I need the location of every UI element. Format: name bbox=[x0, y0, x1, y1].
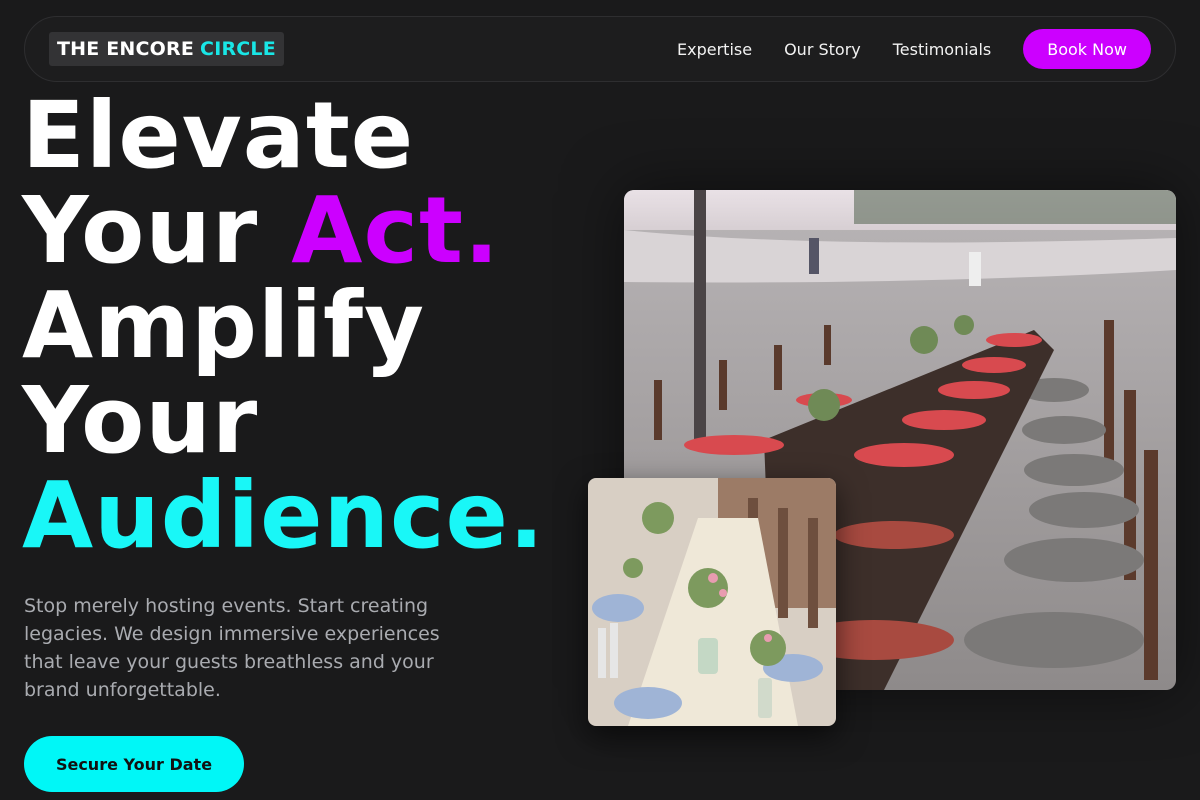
headline-line-3: Amplify bbox=[22, 272, 425, 379]
nav-link-expertise[interactable]: Expertise bbox=[677, 40, 752, 59]
headline-word-act: Act. bbox=[291, 177, 500, 284]
logo-text-main: THE ENCORE bbox=[57, 38, 195, 60]
hero-headline: Elevate Your Act. Amplify Your Audience. bbox=[22, 88, 545, 563]
headline-line-4: Your bbox=[22, 367, 259, 474]
floral-table-photo bbox=[588, 478, 836, 726]
hero-subtitle: Stop merely hosting events. Start creati… bbox=[24, 595, 440, 701]
secure-your-date-button[interactable]: Secure Your Date bbox=[24, 736, 244, 792]
headline-line-1: Elevate bbox=[22, 82, 415, 189]
nav-links: Expertise Our Story Testimonials Book No… bbox=[645, 29, 1151, 69]
logo-text-accent: CIRCLE bbox=[200, 38, 276, 60]
floral-table-image bbox=[588, 478, 836, 726]
headline-line-5: Audience. bbox=[22, 462, 545, 569]
nav-link-testimonials[interactable]: Testimonials bbox=[893, 40, 992, 59]
nav-link-our-story[interactable]: Our Story bbox=[784, 40, 861, 59]
top-nav: THE ENCORE CIRCLE Expertise Our Story Te… bbox=[24, 16, 1176, 82]
book-now-button[interactable]: Book Now bbox=[1023, 29, 1151, 69]
headline-word-your: Your bbox=[22, 177, 259, 284]
headline-line-2: Your Act. bbox=[22, 183, 545, 278]
brand-logo[interactable]: THE ENCORE CIRCLE bbox=[49, 32, 284, 66]
